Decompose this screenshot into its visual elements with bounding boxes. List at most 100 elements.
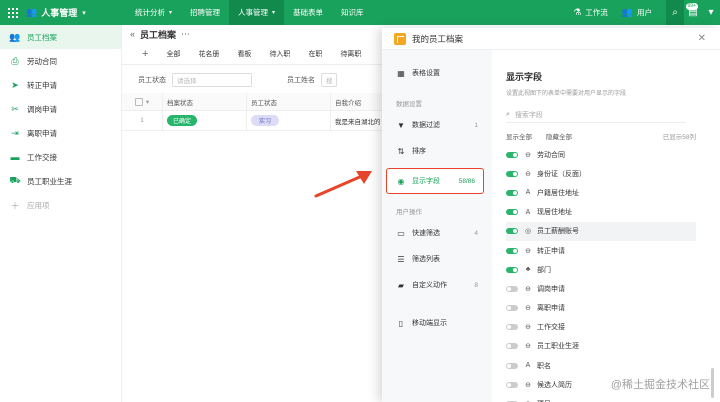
action-icon: ▰ xyxy=(397,280,405,290)
show-all-button[interactable]: 显示全部 xyxy=(506,131,532,141)
field-label: 工作交接 xyxy=(537,324,565,332)
sidebar-item-transfer[interactable]: ✂ 调岗申请 xyxy=(0,97,121,121)
sidebar: 👥 员工档案 ⎙ 劳动合同 ➤ 转正申请 ✂ 调岗申请 ⇥ 离职申请 ▬ 工作交… xyxy=(0,25,122,402)
visibility-toggle[interactable] xyxy=(506,209,518,216)
top-right-tools: ⚗ 工作流 👥 用户 ⌕ ▤ 99+ ▾ xyxy=(573,0,720,25)
mobile-icon: ▯ xyxy=(398,318,404,328)
field-row[interactable]: ⊖ 工作交接 xyxy=(506,318,696,337)
sidebar-add-app[interactable]: ＋ 应用项 xyxy=(0,193,121,217)
collapse-sidebar-icon[interactable]: « xyxy=(130,29,135,39)
column-header[interactable]: 自我介绍 xyxy=(330,93,382,110)
panel-title: 我的员工档案 xyxy=(412,33,464,44)
apps-grid-icon[interactable] xyxy=(6,6,20,20)
sidebar-item-regularization[interactable]: ➤ 转正申请 xyxy=(0,73,121,97)
menu-mobile-display[interactable]: ▯ 移动端显示 xyxy=(382,310,492,336)
visibility-toggle[interactable] xyxy=(506,228,518,235)
menu-quick-filter[interactable]: ▭ 快速筛选 4 xyxy=(382,220,492,246)
users-icon: 👥 xyxy=(621,7,633,17)
field-row[interactable]: ⊖ 调岗申请 xyxy=(506,279,696,298)
field-row[interactable]: ⊖ 身份证（反面） xyxy=(506,164,696,183)
search-button[interactable]: ⌕ xyxy=(666,0,684,25)
nav-label: 知识库 xyxy=(341,8,364,17)
nav-item-recruit[interactable]: 招聘管理 xyxy=(181,0,229,25)
link-icon: ⊖ xyxy=(525,305,531,313)
field-row[interactable]: ⊖项目 xyxy=(506,394,696,402)
main-nav: 统计分析 ▾ 招聘管理 人事管理 ▾ 基础表单 知识库 xyxy=(126,0,373,25)
hide-all-button[interactable]: 隐藏全部 xyxy=(546,131,572,141)
visibility-toggle[interactable] xyxy=(506,170,518,177)
visibility-toggle[interactable] xyxy=(506,362,518,369)
field-row[interactable]: A 职名 xyxy=(506,356,696,375)
select-all-checkbox[interactable] xyxy=(134,97,143,106)
add-view-button[interactable]: + xyxy=(142,48,148,60)
column-header[interactable]: 员工状态 xyxy=(246,93,330,110)
view-tab-board[interactable]: 看板 xyxy=(237,49,251,59)
sidebar-item-resignation[interactable]: ⇥ 离职申请 xyxy=(0,121,121,145)
field-label: 身份证（反面） xyxy=(537,170,586,178)
menu-display-fields[interactable]: ◉ 显示字段 58/86 xyxy=(386,168,484,194)
field-row[interactable]: ♣ 部门 xyxy=(506,260,696,279)
menu-custom-actions[interactable]: ▰ 自定义动作 8 xyxy=(382,272,492,298)
visibility-toggle[interactable] xyxy=(506,343,518,350)
field-row[interactable]: ⊖ 转正申请 xyxy=(506,241,696,260)
link-icon: ⊖ xyxy=(525,324,531,332)
chevron-down-icon[interactable]: ▾ xyxy=(146,98,149,106)
app-switcher[interactable]: 👥 人事管理 ▾ xyxy=(26,6,86,19)
workflow-button[interactable]: ⚗ 工作流 xyxy=(573,7,608,18)
view-tab-onboarding[interactable]: 待入职 xyxy=(269,49,290,59)
menu-sort[interactable]: ⇅ 排序 xyxy=(382,138,492,164)
field-label: 户籍居住地址 xyxy=(537,189,579,197)
sidebar-item-contract[interactable]: ⎙ 劳动合同 xyxy=(0,49,121,73)
visibility-toggle[interactable] xyxy=(506,189,518,196)
sidebar-item-employee-files[interactable]: 👥 员工档案 xyxy=(0,25,121,49)
users-button[interactable]: 👥 用户 xyxy=(622,7,652,18)
sidebar-item-label: 转正申请 xyxy=(27,80,57,90)
field-row[interactable]: ⊖ 员工职业生涯 xyxy=(506,337,696,356)
menu-table-settings[interactable]: ▦ 表格设置 xyxy=(382,60,492,86)
more-menu-button[interactable]: ▾ xyxy=(702,0,720,25)
filter-status-select[interactable]: 请选择 xyxy=(172,72,252,87)
view-tab-leaving[interactable]: 待离职 xyxy=(340,49,361,59)
field-row[interactable]: A 户籍居住地址 xyxy=(506,183,696,202)
close-icon[interactable]: ✕ xyxy=(698,33,706,44)
quick-filter-icon: ▭ xyxy=(397,228,405,238)
visibility-toggle[interactable] xyxy=(506,381,518,388)
field-search-input[interactable]: ⌕ 搜索字段 xyxy=(506,107,686,123)
table-row[interactable]: 1 已确定 实习 我是来自湖北的 xyxy=(122,111,382,131)
sidebar-item-career[interactable]: ⛟ 员工职业生涯 xyxy=(0,169,121,193)
field-row[interactable]: ⊖ 离职申请 xyxy=(506,299,696,318)
nav-item-kb[interactable]: 知识库 xyxy=(332,0,373,25)
nav-label: 基础表单 xyxy=(293,8,324,17)
nav-item-stats[interactable]: 统计分析 ▾ xyxy=(126,0,181,25)
field-row[interactable]: ◎ 员工薪酬账号 xyxy=(506,221,696,241)
list-icon: ▬ xyxy=(10,152,20,162)
nav-item-forms[interactable]: 基础表单 xyxy=(284,0,332,25)
table-icon: ▦ xyxy=(397,68,405,78)
visibility-toggle[interactable] xyxy=(506,266,518,273)
exit-icon: ⇥ xyxy=(11,127,19,138)
nav-item-hr[interactable]: 人事管理 ▾ xyxy=(229,0,285,25)
menu-data-filter[interactable]: ▼ 数据过滤 1 xyxy=(382,112,492,138)
scrollbar[interactable] xyxy=(711,368,714,398)
field-row[interactable]: ⊖ 劳动合同 xyxy=(506,145,696,164)
view-tab-all[interactable]: 全部 xyxy=(166,49,180,59)
chevron-down-icon: ▾ xyxy=(708,7,714,18)
view-tab-roster[interactable]: 花名册 xyxy=(198,49,219,59)
text-icon: A xyxy=(525,362,531,370)
column-header[interactable]: 档案状态 xyxy=(162,93,246,110)
sidebar-item-label: 劳动合同 xyxy=(27,56,57,66)
menu-count: 58/86 xyxy=(458,177,475,185)
pane-title: 显示字段 xyxy=(506,72,543,82)
field-row[interactable]: A 现居住地址 xyxy=(506,203,696,222)
visibility-toggle[interactable] xyxy=(506,305,518,312)
menu-filter-list[interactable]: ☰ 筛选列表 xyxy=(382,246,492,272)
more-options-icon[interactable]: ⋯ xyxy=(181,29,190,40)
sidebar-item-handover[interactable]: ▬ 工作交接 xyxy=(0,145,121,169)
field-label: 现居住地址 xyxy=(537,209,572,217)
visibility-toggle[interactable] xyxy=(506,324,518,331)
visibility-toggle[interactable] xyxy=(506,285,518,292)
view-tab-employed[interactable]: 在职 xyxy=(308,49,322,59)
visibility-toggle[interactable] xyxy=(506,151,518,158)
filter-name-input[interactable]: 搜 xyxy=(321,72,337,87)
visibility-toggle[interactable] xyxy=(506,247,518,254)
